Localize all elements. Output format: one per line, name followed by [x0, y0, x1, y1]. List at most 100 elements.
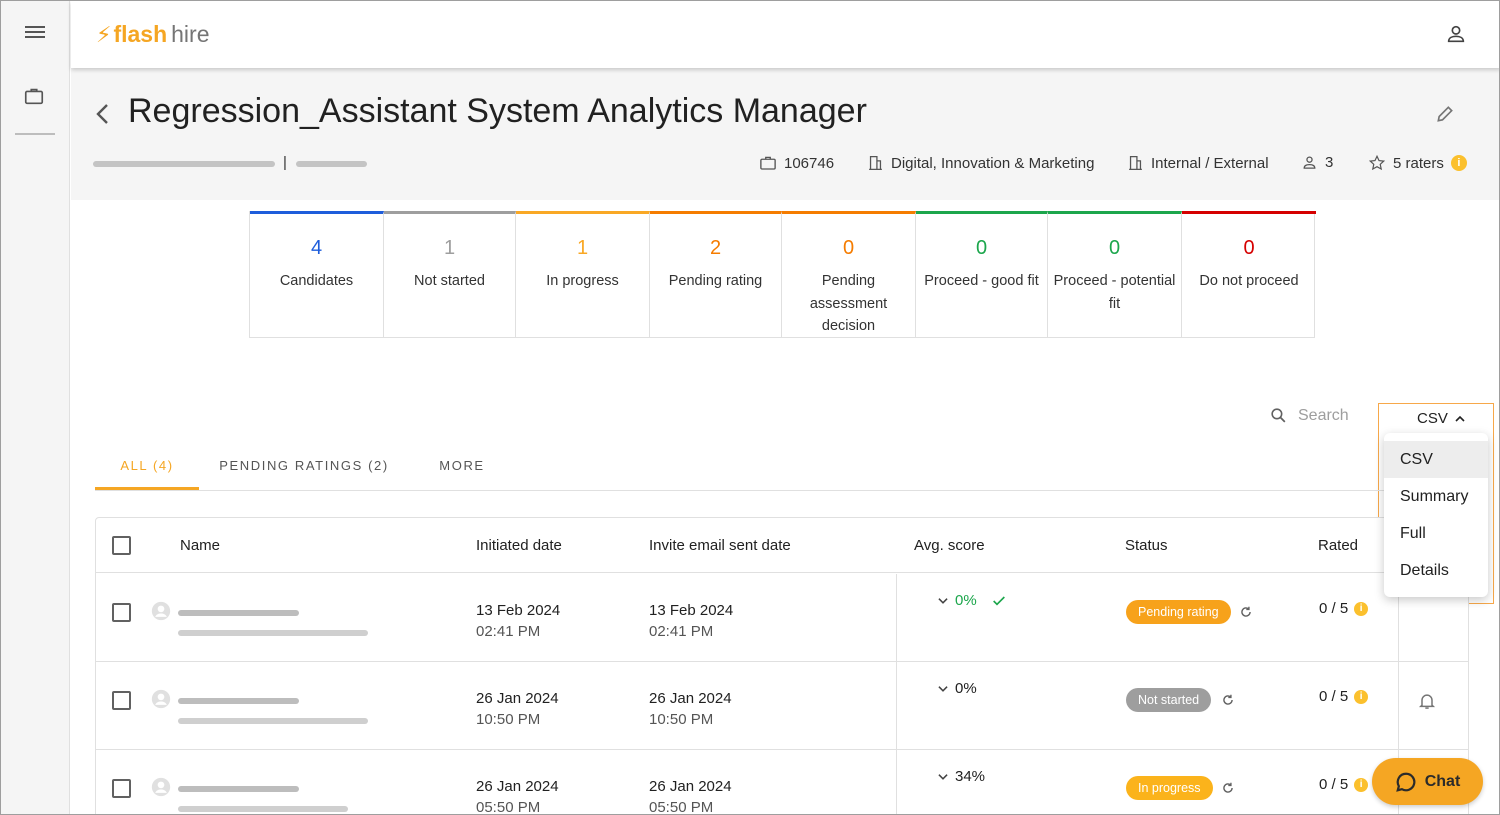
- export-menu: CSV Summary Full Details: [1384, 433, 1488, 597]
- stat-pending-assessment[interactable]: 0 Pending assessment decision: [782, 211, 916, 337]
- stat-candidates[interactable]: 4 Candidates: [250, 211, 384, 337]
- refresh-icon[interactable]: [1221, 781, 1235, 795]
- job-header: Regression_Assistant System Analytics Ma…: [71, 68, 1499, 200]
- redacted-email: [178, 630, 368, 636]
- chevron-down-icon: [938, 685, 948, 692]
- stat-label: Not started: [414, 273, 485, 289]
- avg-score[interactable]: 34%: [936, 768, 985, 785]
- stat-value: 0: [842, 237, 855, 259]
- headcount: 3: [1301, 154, 1333, 171]
- col-status[interactable]: Status: [1125, 537, 1168, 554]
- edit-pencil-icon[interactable]: [1435, 104, 1457, 126]
- table-row[interactable]: 26 Jan 2024 05:50 PM 26 Jan 2024 05:50 P…: [96, 750, 1468, 815]
- info-icon[interactable]: i: [1354, 689, 1369, 704]
- stat-value: 1: [576, 237, 589, 259]
- date-text: 13 Feb 2024: [476, 602, 561, 619]
- avg-score[interactable]: 0%: [936, 680, 977, 697]
- stat-do-not-proceed[interactable]: 0 Do not proceed: [1182, 211, 1316, 337]
- tab-all[interactable]: ALL (4): [95, 441, 199, 490]
- stat-value: 0: [975, 237, 988, 259]
- invite-date: 26 Jan 2024 10:50 PM: [649, 688, 732, 730]
- check-icon: [992, 595, 1005, 605]
- department-text: Digital, Innovation & Marketing: [891, 154, 1095, 172]
- invite-date: 26 Jan 2024 05:50 PM: [649, 776, 732, 815]
- refresh-icon[interactable]: [1221, 693, 1235, 707]
- table-row[interactable]: 13 Feb 2024 02:41 PM 13 Feb 2024 02:41 P…: [96, 574, 1468, 662]
- date-text: 26 Jan 2024: [649, 690, 732, 707]
- pipeline-stats: 4 Candidates 1 Not started 1 In progress…: [249, 211, 1316, 338]
- stat-label: Candidates: [279, 273, 354, 289]
- redacted-name: [178, 610, 299, 616]
- chat-button[interactable]: Chat: [1372, 758, 1483, 805]
- menu-icon[interactable]: [23, 23, 47, 47]
- row-checkbox[interactable]: [112, 691, 131, 710]
- col-rated[interactable]: Rated: [1318, 537, 1358, 554]
- stat-label: In progress: [546, 273, 619, 289]
- visibility: Internal / External: [1127, 154, 1269, 172]
- time-text: 10:50 PM: [476, 711, 541, 728]
- select-all-checkbox[interactable]: [112, 536, 131, 555]
- col-name[interactable]: Name: [180, 537, 220, 554]
- job-id: 106746: [759, 154, 834, 172]
- row-checkbox[interactable]: [112, 603, 131, 622]
- side-rail: [1, 1, 70, 814]
- initiated-date: 26 Jan 2024 05:50 PM: [476, 776, 559, 814]
- search-placeholder: Search: [1298, 406, 1349, 424]
- tab-pending-ratings[interactable]: PENDING RATINGS (2): [199, 441, 409, 490]
- stat-not-started[interactable]: 1 Not started: [384, 211, 516, 337]
- stat-pending-rating[interactable]: 2 Pending rating: [650, 211, 782, 337]
- stat-in-progress[interactable]: 1 In progress: [516, 211, 650, 337]
- bell-icon[interactable]: [1417, 690, 1437, 712]
- stat-proceed-potential[interactable]: 0 Proceed - potential fit: [1048, 211, 1182, 337]
- refresh-icon[interactable]: [1239, 605, 1253, 619]
- bolt-icon: ⚡︎: [96, 21, 112, 47]
- info-icon[interactable]: i: [1354, 777, 1369, 792]
- export-option-summary[interactable]: Summary: [1384, 478, 1488, 515]
- export-option-full[interactable]: Full: [1384, 515, 1488, 552]
- export-option-details[interactable]: Details: [1384, 552, 1488, 589]
- redacted-email: [178, 806, 348, 812]
- col-invite[interactable]: Invite email sent date: [649, 537, 791, 554]
- info-icon[interactable]: i: [1450, 155, 1467, 171]
- flashhire-logo[interactable]: ⚡︎ flash hire: [96, 21, 210, 48]
- rated-count: 0 / 5 i: [1319, 688, 1369, 705]
- table-row[interactable]: 26 Jan 2024 10:50 PM 26 Jan 2024 10:50 P…: [96, 662, 1468, 750]
- status-badge: Not started: [1126, 688, 1212, 712]
- avg-score[interactable]: 0%: [936, 592, 1012, 609]
- status-badge: Pending rating: [1126, 600, 1231, 624]
- chevron-down-icon: [938, 773, 948, 780]
- search-field[interactable]: Search: [1269, 406, 1349, 425]
- stat-label: Proceed - good fit: [924, 273, 1039, 289]
- chat-label: Chat: [1424, 772, 1461, 790]
- stat-value: 1: [443, 237, 456, 259]
- rated-text: 0 / 5: [1319, 600, 1349, 617]
- col-score[interactable]: Avg. score: [914, 537, 985, 554]
- chevron-down-icon: [938, 597, 948, 604]
- status-badge: In progress: [1126, 776, 1213, 800]
- visibility-text: Internal / External: [1151, 154, 1269, 172]
- search-icon: [1271, 408, 1286, 423]
- stat-proceed-good[interactable]: 0 Proceed - good fit: [916, 211, 1048, 337]
- redacted-name: [178, 698, 299, 704]
- account-icon[interactable]: [1445, 23, 1469, 47]
- initiated-date: 26 Jan 2024 10:50 PM: [476, 688, 559, 730]
- building-icon: [869, 155, 882, 171]
- rated-text: 0 / 5: [1319, 776, 1349, 793]
- export-option-csv[interactable]: CSV: [1384, 441, 1488, 478]
- score-text: 0%: [955, 592, 977, 609]
- top-app-bar: ⚡︎ flash hire: [71, 1, 1499, 68]
- back-arrow-icon[interactable]: [93, 102, 117, 126]
- briefcase-icon[interactable]: [23, 85, 47, 109]
- app-frame: ⚡︎ flash hire Regression_Assistant Syste…: [0, 0, 1500, 815]
- col-initiated[interactable]: Initiated date: [476, 537, 562, 554]
- raters[interactable]: 5 raters i: [1368, 154, 1467, 172]
- tab-more[interactable]: MORE: [409, 441, 515, 490]
- export-dropdown-label[interactable]: CSV: [1417, 410, 1468, 427]
- raters-text: 5 raters: [1393, 154, 1444, 172]
- info-icon[interactable]: i: [1354, 601, 1369, 616]
- stat-value: 4: [310, 237, 323, 259]
- stat-label: Proceed - potential fit: [1053, 273, 1176, 312]
- time-text: 05:50 PM: [649, 799, 714, 815]
- page-title: Regression_Assistant System Analytics Ma…: [128, 92, 867, 130]
- row-checkbox[interactable]: [112, 779, 131, 798]
